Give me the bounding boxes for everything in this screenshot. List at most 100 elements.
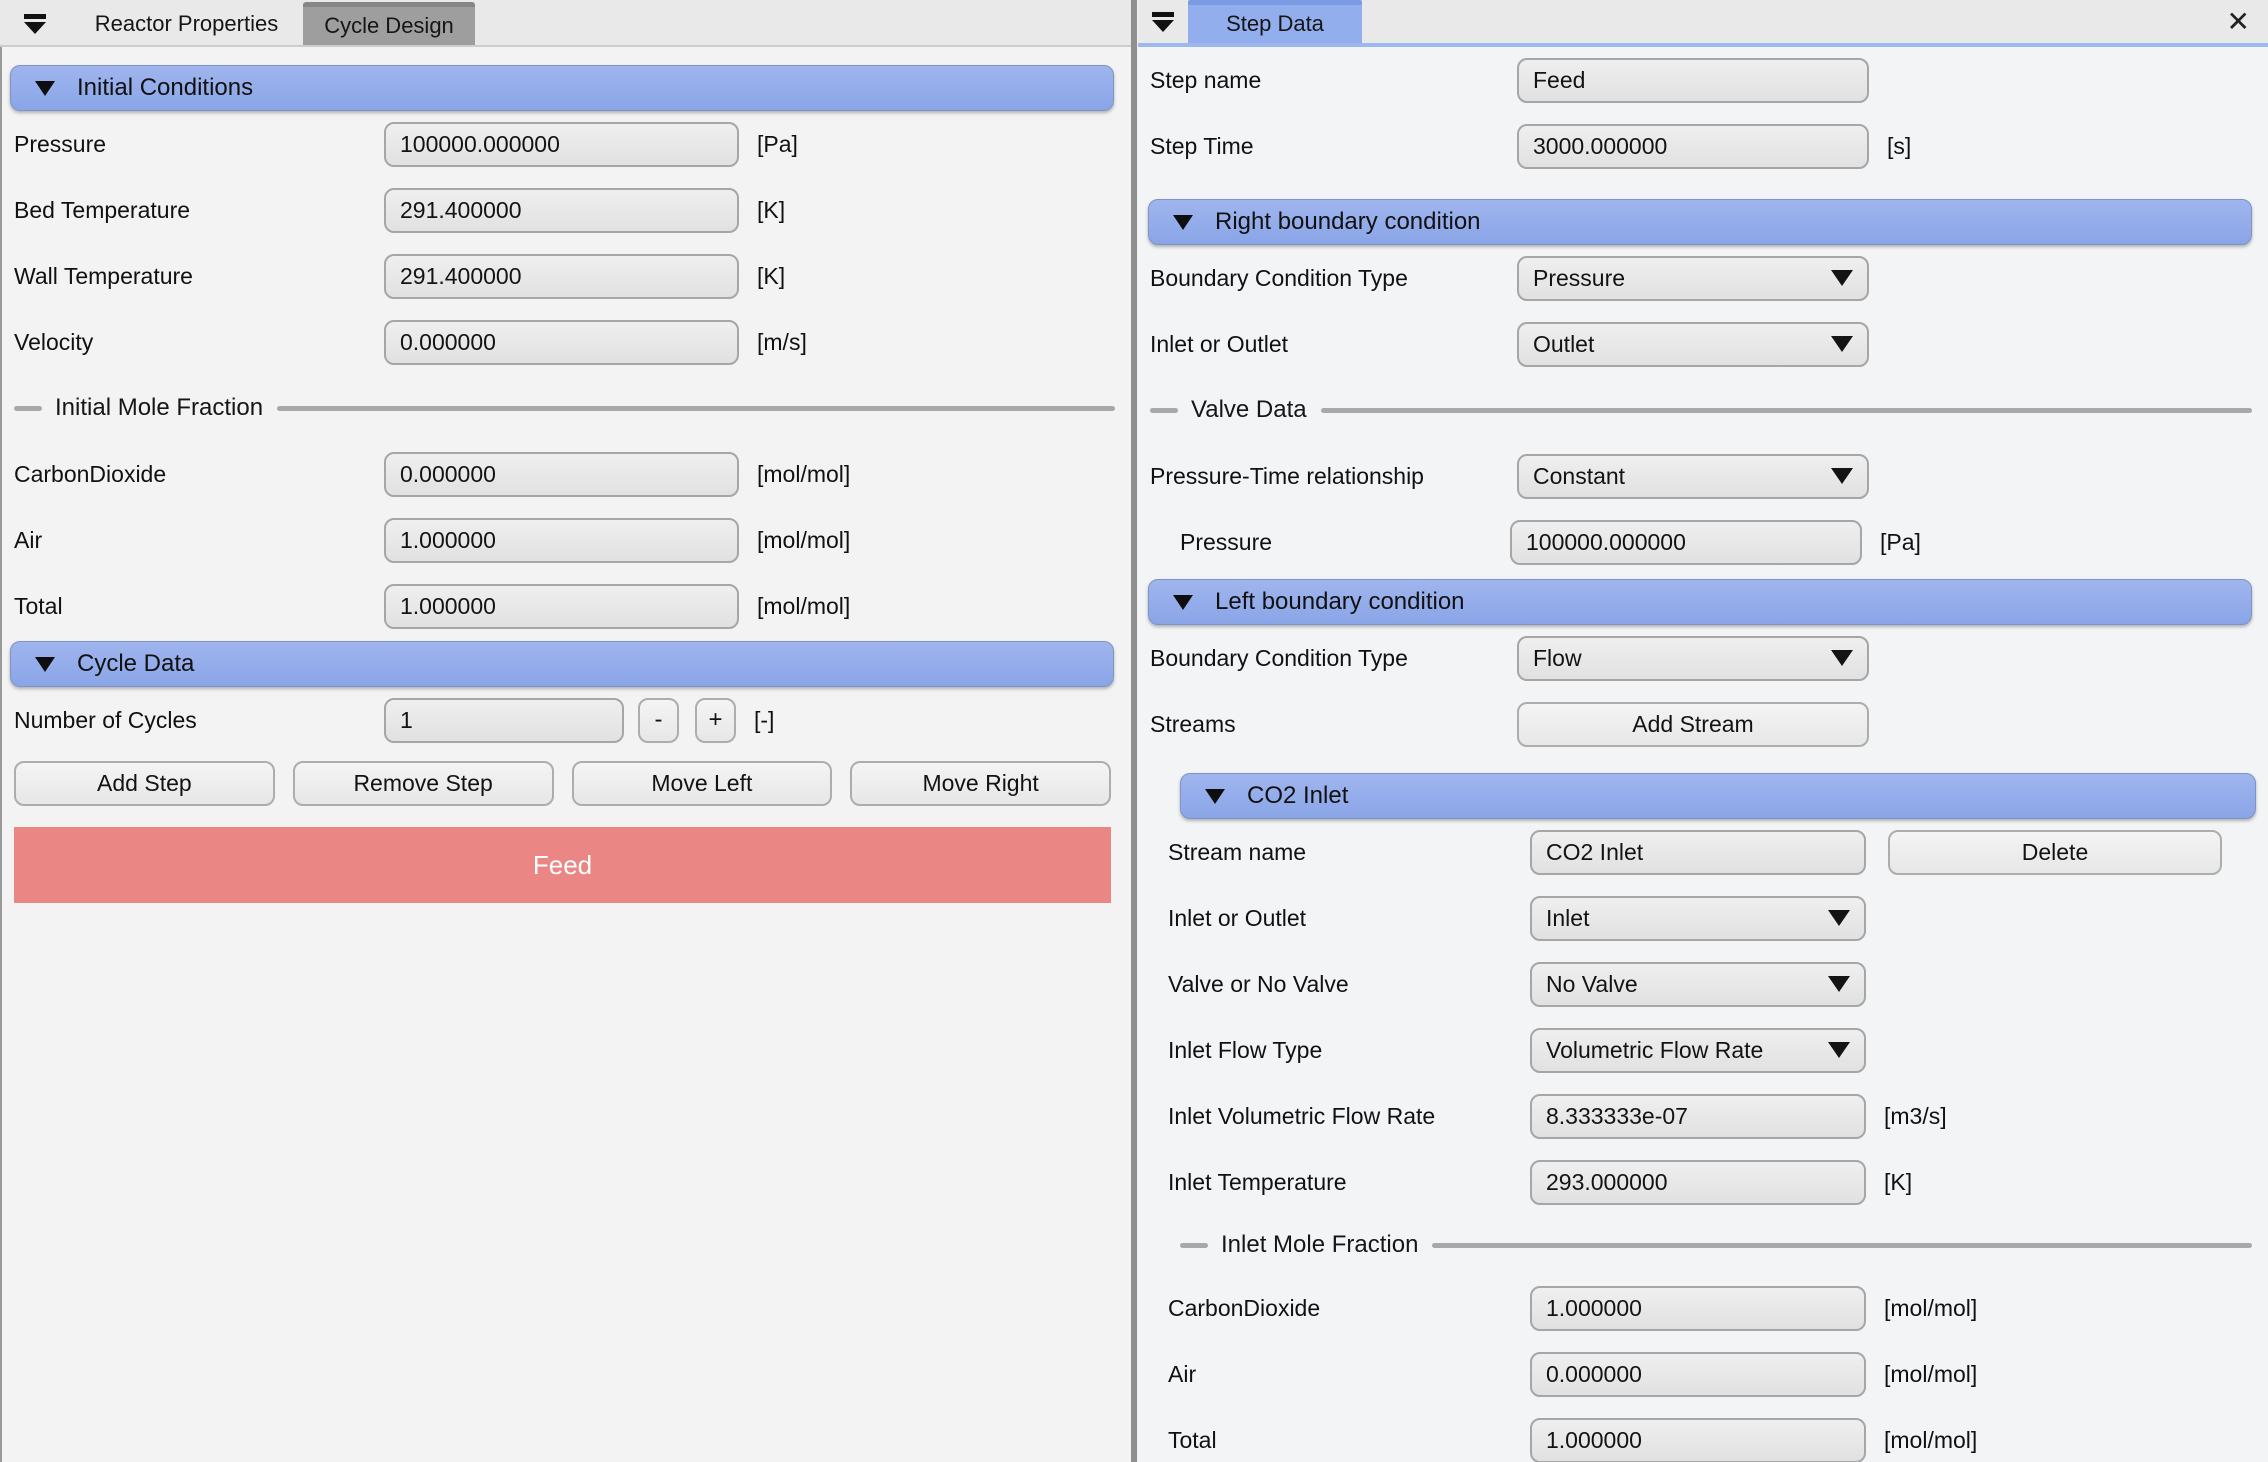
bc-type-dropdown[interactable]: Pressure <box>1517 256 1869 301</box>
row-step-time: Step Time 3000.000000 [s] <box>1138 113 2268 179</box>
row-wall-temperature: Wall Temperature 291.400000 [K] <box>2 243 1131 309</box>
step-time-label: Step Time <box>1150 133 1517 160</box>
right-tabbar: Step Data ✕ <box>1138 0 2268 47</box>
number-of-cycles-label: Number of Cycles <box>14 707 384 734</box>
dock-menu-button[interactable] <box>0 2 70 45</box>
close-icon[interactable]: ✕ <box>2227 8 2250 36</box>
stream-name-input[interactable]: CO2 Inlet <box>1530 830 1866 875</box>
row-air: Air 1.000000 [mol/mol] <box>2 507 1131 573</box>
step-time-input[interactable]: 3000.000000 <box>1517 124 1869 169</box>
inlet-temperature-input[interactable]: 293.000000 <box>1530 1160 1866 1205</box>
dropdown-value: Volumetric Flow Rate <box>1546 1037 1763 1064</box>
collapse-triangle-icon <box>1205 789 1225 804</box>
separator-label: Inlet Mole Fraction <box>1221 1231 1418 1259</box>
row-bed-temperature: Bed Temperature 291.400000 [K] <box>2 177 1131 243</box>
row-inlet-volumetric-flow-rate: Inlet Volumetric Flow Rate 8.333333e-07 … <box>1160 1083 2268 1149</box>
stream-subsection: CO2 Inlet Stream name CO2 Inlet Delete I… <box>1160 773 2268 1462</box>
section-header-co2-inlet[interactable]: CO2 Inlet <box>1180 773 2256 819</box>
velocity-unit: [m/s] <box>757 329 807 356</box>
stream-name-label: Stream name <box>1168 839 1530 866</box>
carbondioxide-input[interactable]: 1.000000 <box>1530 1286 1866 1331</box>
bed-temperature-input[interactable]: 291.400000 <box>384 188 739 233</box>
inlet-or-outlet-dropdown[interactable]: Outlet <box>1517 322 1869 367</box>
separator-dash <box>1180 1243 1208 1248</box>
air-unit: [mol/mol] <box>757 527 850 554</box>
row-inlet-air: Air 0.000000 [mol/mol] <box>1160 1341 2268 1407</box>
pressure-time-relationship-label: Pressure-Time relationship <box>1150 463 1517 490</box>
step-feed-bar[interactable]: Feed <box>14 827 1111 903</box>
inlet-or-outlet-label: Inlet or Outlet <box>1168 905 1530 932</box>
row-right-bc-type: Boundary Condition Type Pressure <box>1138 245 2268 311</box>
section-header-left-boundary[interactable]: Left boundary condition <box>1148 579 2252 625</box>
tab-cycle-design[interactable]: Cycle Design <box>303 2 475 45</box>
row-streams: Streams Add Stream <box>1138 691 2268 757</box>
tab-step-data[interactable]: Step Data <box>1188 0 1362 43</box>
carbondioxide-input[interactable]: 0.000000 <box>384 452 739 497</box>
valve-pressure-unit: [Pa] <box>1880 529 1921 556</box>
inlet-volumetric-flow-rate-unit: [m3/s] <box>1884 1103 1947 1130</box>
valve-or-no-valve-label: Valve or No Valve <box>1168 971 1530 998</box>
delete-stream-button[interactable]: Delete <box>1888 830 2222 875</box>
pressure-input[interactable]: 100000.000000 <box>384 122 739 167</box>
reactor-design-panel: Reactor Properties Cycle Design Initial … <box>0 0 1131 1462</box>
section-title: Cycle Data <box>77 650 194 678</box>
move-right-button[interactable]: Move Right <box>850 761 1111 806</box>
move-left-button[interactable]: Move Left <box>572 761 833 806</box>
total-input[interactable]: 1.000000 <box>1530 1418 1866 1462</box>
step-time-unit: [s] <box>1887 133 1911 160</box>
row-carbondioxide: CarbonDioxide 0.000000 [mol/mol] <box>2 441 1131 507</box>
inlet-flow-type-dropdown[interactable]: Volumetric Flow Rate <box>1530 1028 1866 1073</box>
section-header-initial-conditions[interactable]: Initial Conditions <box>10 65 1114 111</box>
cycles-decrement-button[interactable]: - <box>638 698 679 743</box>
total-unit: [mol/mol] <box>757 593 850 620</box>
streams-label: Streams <box>1150 711 1517 738</box>
cycles-increment-button[interactable]: + <box>695 698 736 743</box>
pressure-label: Pressure <box>14 131 384 158</box>
row-total: Total 1.000000 [mol/mol] <box>2 573 1131 639</box>
inlet-or-outlet-dropdown[interactable]: Inlet <box>1530 896 1866 941</box>
section-header-cycle-data[interactable]: Cycle Data <box>10 641 1114 687</box>
panel-splitter[interactable] <box>1131 0 1137 1462</box>
step-data-panel: Step Data ✕ Step name Feed Step Time 300… <box>1138 0 2268 1462</box>
number-of-cycles-input[interactable]: 1 <box>384 698 624 743</box>
step-data-content: Step name Feed Step Time 3000.000000 [s]… <box>1138 47 2268 1462</box>
carbondioxide-label: CarbonDioxide <box>1168 1295 1530 1322</box>
separator-label: Initial Mole Fraction <box>55 394 263 422</box>
step-buttons-row: Add Step Remove Step Move Left Move Righ… <box>2 753 1131 813</box>
chevron-down-icon <box>1828 1042 1850 1058</box>
add-step-button[interactable]: Add Step <box>14 761 275 806</box>
dropdown-value: Outlet <box>1533 331 1594 358</box>
inlet-volumetric-flow-rate-input[interactable]: 8.333333e-07 <box>1530 1094 1866 1139</box>
collapse-triangle-icon <box>35 81 55 96</box>
total-label: Total <box>1168 1427 1530 1454</box>
carbondioxide-unit: [mol/mol] <box>1884 1295 1977 1322</box>
step-name-input[interactable]: Feed <box>1517 58 1869 103</box>
wall-temperature-unit: [K] <box>757 263 785 290</box>
section-title: Right boundary condition <box>1215 208 1481 236</box>
section-title: CO2 Inlet <box>1247 782 1348 810</box>
separator-initial-mole-fraction: Initial Mole Fraction <box>2 375 1131 441</box>
valve-or-no-valve-dropdown[interactable]: No Valve <box>1530 962 1866 1007</box>
row-left-bc-type: Boundary Condition Type Flow <box>1138 625 2268 691</box>
total-input[interactable]: 1.000000 <box>384 584 739 629</box>
tab-reactor-properties[interactable]: Reactor Properties <box>70 2 303 45</box>
bc-type-dropdown[interactable]: Flow <box>1517 636 1869 681</box>
row-stream-name: Stream name CO2 Inlet Delete <box>1160 819 2268 885</box>
valve-pressure-input[interactable]: 100000.000000 <box>1510 520 1862 565</box>
separator-line <box>1321 408 2252 413</box>
dropdown-value: No Valve <box>1546 971 1638 998</box>
air-input[interactable]: 1.000000 <box>384 518 739 563</box>
pressure-time-relationship-dropdown[interactable]: Constant <box>1517 454 1869 499</box>
wall-temperature-input[interactable]: 291.400000 <box>384 254 739 299</box>
section-header-right-boundary[interactable]: Right boundary condition <box>1148 199 2252 245</box>
dock-menu-icon <box>1152 12 1174 32</box>
dock-menu-button[interactable] <box>1138 0 1188 43</box>
air-input[interactable]: 0.000000 <box>1530 1352 1866 1397</box>
velocity-input[interactable]: 0.000000 <box>384 320 739 365</box>
bc-type-label: Boundary Condition Type <box>1150 645 1517 672</box>
row-valve-or-no-valve: Valve or No Valve No Valve <box>1160 951 2268 1017</box>
add-stream-button[interactable]: Add Stream <box>1517 702 1869 747</box>
dock-menu-icon <box>24 14 46 34</box>
dropdown-value: Pressure <box>1533 265 1625 292</box>
remove-step-button[interactable]: Remove Step <box>293 761 554 806</box>
